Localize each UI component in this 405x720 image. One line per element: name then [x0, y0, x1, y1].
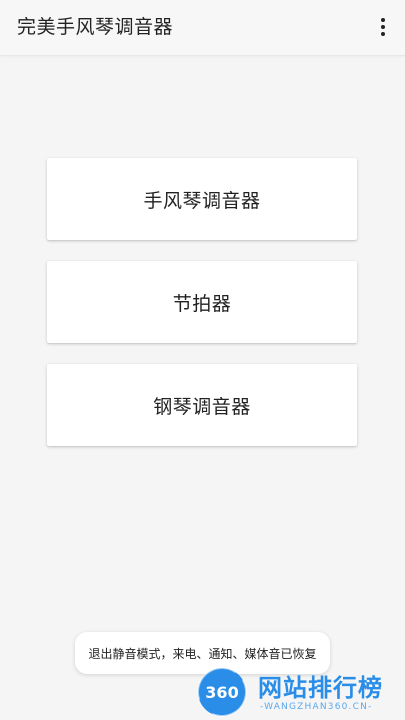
piano-tuner-label: 钢琴调音器 — [153, 395, 251, 418]
accordion-tuner-button[interactable]: 手风琴调音器 — [47, 158, 357, 240]
toast-text: 退出静音模式，来电、通知、媒体音已恢复 — [88, 646, 317, 661]
watermark-logo-icon: 360 — [197, 667, 247, 717]
watermark: 360 网站排行榜 -WANGZHAN360.CN- — [196, 666, 401, 718]
app-title: 完美手风琴调音器 — [17, 16, 174, 38]
metronome-label: 节拍器 — [172, 292, 232, 315]
metronome-button[interactable]: 节拍器 — [47, 261, 357, 343]
accordion-tuner-label: 手风琴调音器 — [143, 189, 261, 212]
app-bar: 完美手风琴调音器 — [0, 0, 405, 56]
more-dot — [381, 25, 385, 29]
piano-tuner-button[interactable]: 钢琴调音器 — [47, 364, 357, 446]
watermark-title: 网站排行榜 — [258, 674, 383, 702]
more-vert-icon[interactable] — [371, 12, 395, 42]
watermark-logo-text: 360 — [205, 683, 238, 702]
more-dot — [381, 32, 385, 36]
more-dot — [381, 18, 385, 22]
watermark-subtitle: -WANGZHAN360.CN- — [260, 702, 373, 712]
